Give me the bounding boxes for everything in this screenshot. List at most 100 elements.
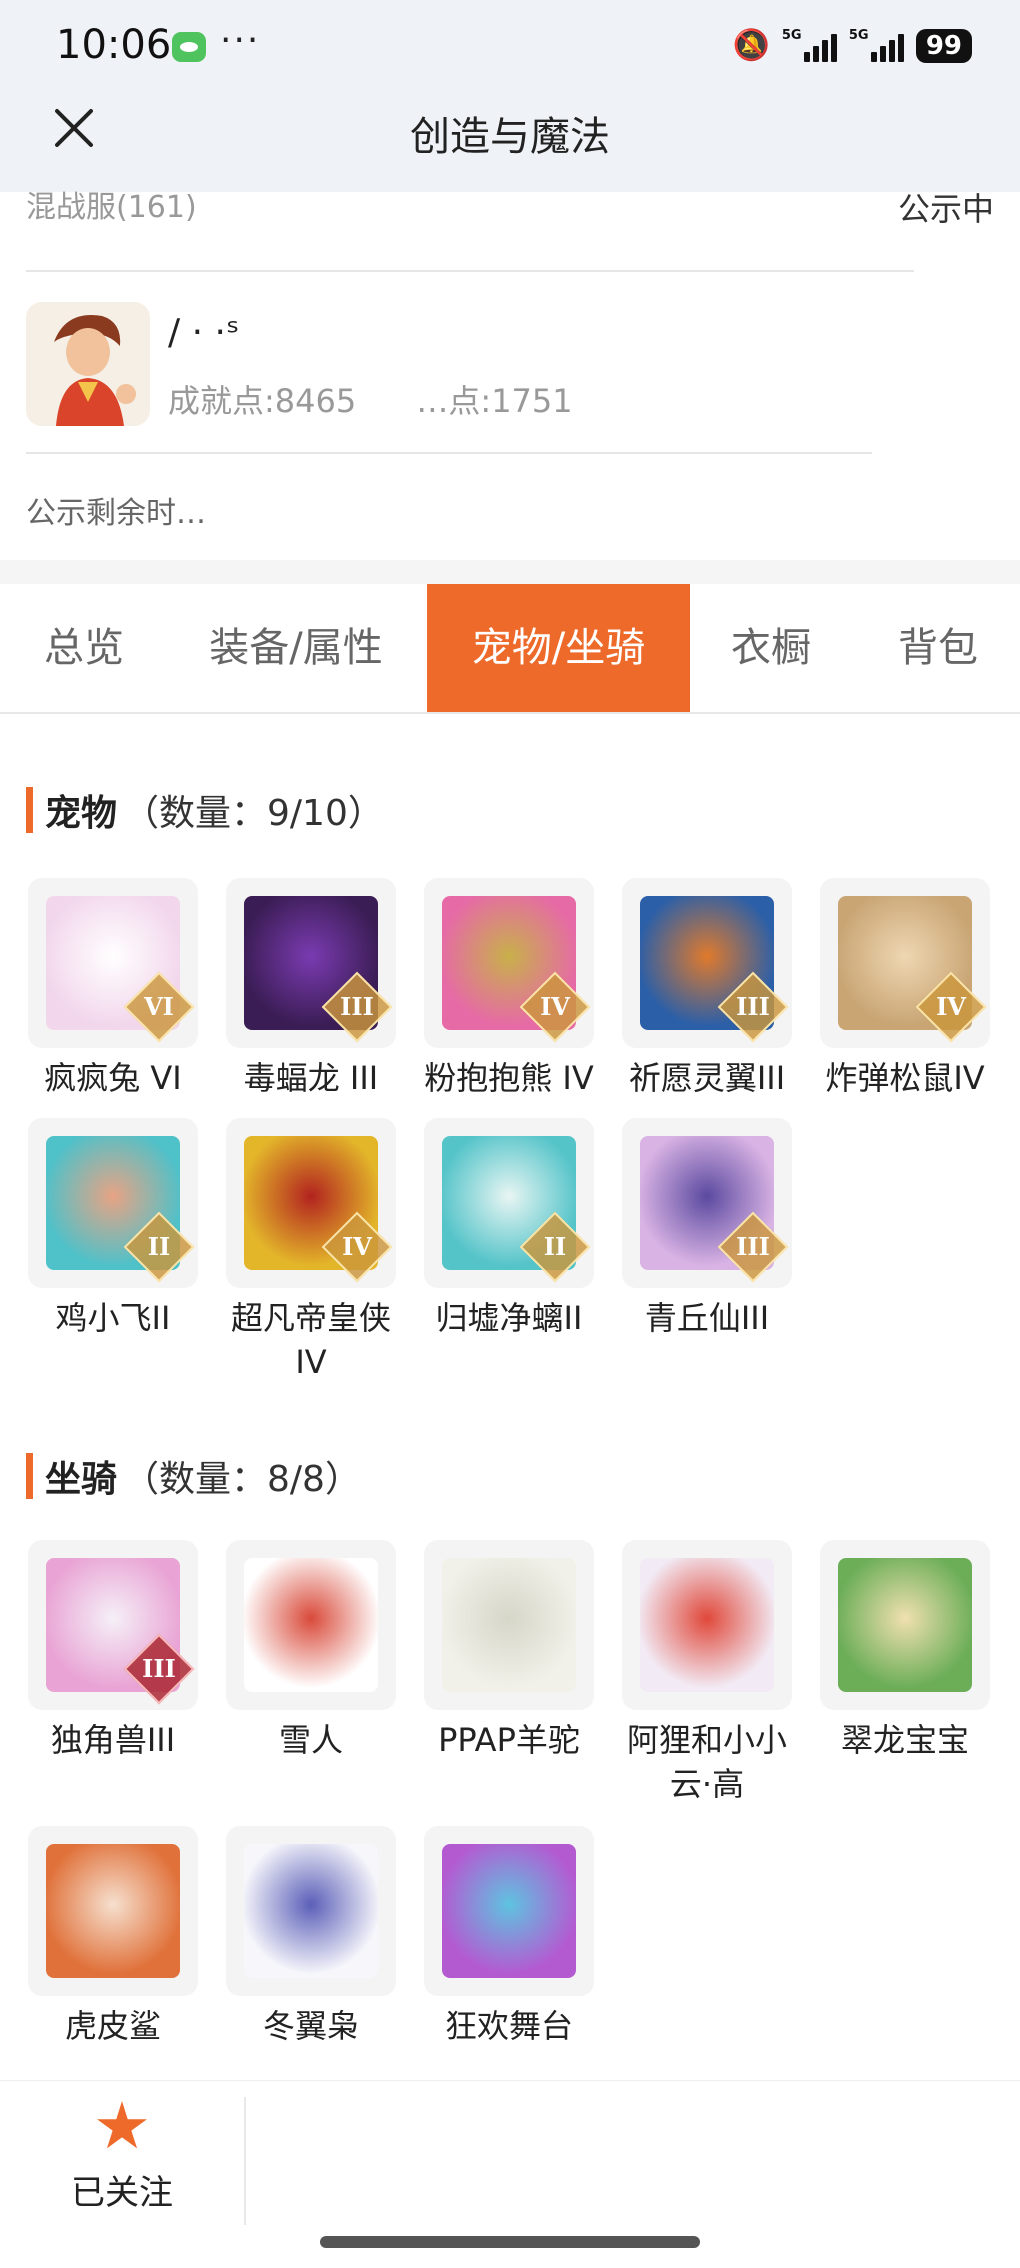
item-tile [622, 1540, 792, 1710]
star-icon [97, 2101, 147, 2149]
item-card[interactable]: IV 超凡帝皇侠IV [226, 1118, 396, 1384]
item-name: 粉抱抱熊 IV [424, 1059, 594, 1097]
item-card[interactable]: IV 粉抱抱熊 IV [424, 878, 594, 1100]
rank-badge-label: III [736, 1232, 770, 1261]
item-name: 祈愿灵翼III [628, 1059, 786, 1097]
item-tile: IV [226, 1118, 396, 1288]
tab-wardrobe[interactable]: 衣橱 [708, 584, 834, 712]
item-card[interactable]: 虎皮鲨 [28, 1826, 198, 2048]
item-name: 毒蝠龙 III [243, 1059, 379, 1097]
signal-label: 5G [781, 27, 802, 43]
item-card[interactable]: 阿狸和小小云·高 [622, 1540, 792, 1806]
item-card[interactable]: III 独角兽III [28, 1540, 198, 1762]
more-dots-icon: ··· [220, 20, 261, 61]
player-stats: 成就点:8465 …点:1751 [168, 376, 573, 422]
pets-count: （数量：9/10） [123, 793, 384, 834]
item-tile [28, 1826, 198, 1996]
tab-equipment[interactable]: 装备/属性 [196, 584, 396, 712]
item-name: 炸弹松鼠IV [825, 1059, 985, 1097]
signal-icon: 5G [781, 27, 837, 62]
signal-label: 5G [848, 27, 869, 43]
item-name: 超凡帝皇侠IV [230, 1299, 391, 1381]
item-tile: II [424, 1118, 594, 1288]
section-marker [26, 787, 33, 833]
pets-title: 宠物 [45, 793, 118, 834]
mounts-title: 坐骑 [45, 1459, 118, 1500]
alpaca-icon [442, 1558, 576, 1692]
rank-badge-label: VI [144, 992, 174, 1021]
item-name: 虎皮鲨 [64, 2007, 161, 2045]
avatar [26, 302, 150, 426]
rank-badge-label: II [147, 1232, 171, 1261]
item-name: 翠龙宝宝 [840, 1721, 969, 1759]
rank-badge-label: IV [342, 1232, 372, 1261]
section-marker [26, 1453, 33, 1499]
item-name: PPAP羊驼 [438, 1721, 580, 1759]
rank-badge-label: IV [540, 992, 570, 1021]
item-card[interactable]: III 毒蝠龙 III [226, 878, 396, 1100]
wechat-icon [172, 32, 206, 62]
ali-cloud-icon [640, 1558, 774, 1692]
item-card[interactable]: II 归墟净螭II [424, 1118, 594, 1340]
item-card[interactable]: II 鸡小飞II [28, 1118, 198, 1340]
battery-icon: 99 [915, 28, 972, 63]
tab-bar: 总览 装备/属性 宠物/坐骑 衣橱 背包 [0, 584, 1020, 714]
item-tile [424, 1826, 594, 1996]
item-name: 疯疯兔 VI [44, 1059, 182, 1097]
item-tile: III [622, 878, 792, 1048]
signal-icon: 5G [848, 27, 904, 62]
remaining-time: 公示剩余时… [26, 496, 206, 531]
divider [26, 452, 872, 454]
snowman-icon [244, 1558, 378, 1692]
item-card[interactable]: III 青丘仙III [622, 1118, 792, 1340]
mounts-section-title: 坐骑 （数量：8/8） [26, 1450, 361, 1502]
item-card[interactable]: 雪人 [226, 1540, 396, 1762]
tab-overview[interactable]: 总览 [0, 584, 168, 712]
top-bar: 10:06 ··· 🔕 5G 5G 99 创造与魔法 [0, 0, 1020, 192]
item-name: 狂欢舞台 [444, 2007, 573, 2045]
divider [26, 270, 914, 272]
rank-badge-label: III [340, 992, 374, 1021]
item-tile [226, 1826, 396, 1996]
item-card[interactable]: 狂欢舞台 [424, 1826, 594, 2048]
item-card[interactable]: 冬翼枭 [226, 1826, 396, 2048]
player-nickname: / · ·ˢ [168, 312, 240, 353]
item-card[interactable]: 翠龙宝宝 [820, 1540, 990, 1762]
item-tile [820, 1540, 990, 1710]
item-card[interactable]: IV 炸弹松鼠IV [820, 878, 990, 1100]
item-tile [226, 1540, 396, 1710]
server-name: 混战服(161) [26, 190, 197, 225]
status-time: 10:06 [56, 22, 172, 68]
rank-badge-label: III [736, 992, 770, 1021]
item-tile: III [622, 1118, 792, 1288]
rank-badge-label: III [142, 1654, 176, 1683]
follow-label: 已关注 [71, 2173, 173, 2213]
tab-pets-mounts[interactable]: 宠物/坐骑 [427, 584, 690, 712]
home-indicator [320, 2236, 700, 2248]
item-tile: III [28, 1540, 198, 1710]
item-name: 鸡小飞II [55, 1299, 171, 1337]
mute-bell-icon: 🔕 [732, 28, 770, 63]
divider [244, 2097, 246, 2225]
item-tile: IV [820, 878, 990, 1048]
item-tile: IV [424, 878, 594, 1048]
item-card[interactable]: PPAP羊驼 [424, 1540, 594, 1762]
status-indicators: 🔕 5G 5G 99 [732, 28, 972, 63]
item-name: 冬翼枭 [262, 2007, 359, 2045]
follow-button[interactable]: 已关注 [0, 2081, 244, 2231]
tab-backpack[interactable]: 背包 [864, 584, 1012, 712]
rank-badge-label: II [543, 1232, 567, 1261]
item-tile: VI [28, 878, 198, 1048]
item-name: 阿狸和小小云·高 [626, 1721, 787, 1803]
item-tile: III [226, 878, 396, 1048]
rank-badge-label: IV [936, 992, 966, 1021]
status-badge: 公示中 [897, 190, 994, 228]
item-tile: II [28, 1118, 198, 1288]
item-name: 独角兽III [50, 1721, 176, 1759]
owl-icon [244, 1844, 378, 1978]
item-name: 归墟净螭II [435, 1299, 583, 1337]
item-card[interactable]: VI 疯疯兔 VI [28, 878, 198, 1100]
shark-icon [46, 1844, 180, 1978]
item-card[interactable]: III 祈愿灵翼III [622, 878, 792, 1100]
page-title: 创造与魔法 [410, 114, 610, 160]
